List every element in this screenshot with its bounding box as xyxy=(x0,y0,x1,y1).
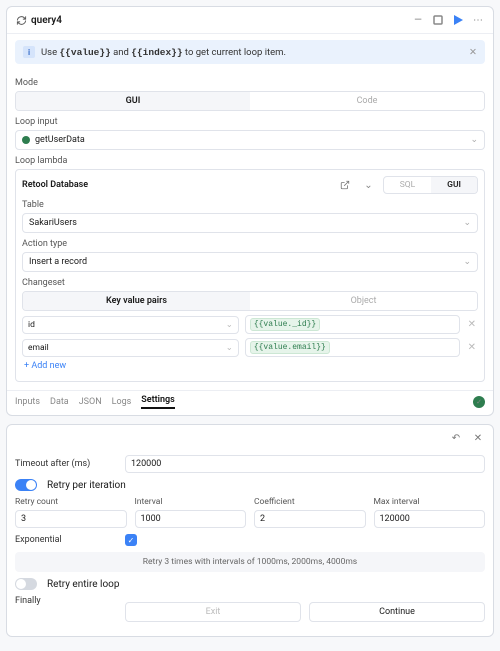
interval-input[interactable]: 1000 xyxy=(135,510,247,528)
more-icon[interactable]: ⋯ xyxy=(471,13,485,27)
coeff-label: Coefficient xyxy=(254,497,366,507)
mode-label: Mode xyxy=(15,78,485,88)
tab-gui[interactable]: GUI xyxy=(16,92,250,110)
remove-row-icon[interactable]: ✕ xyxy=(466,319,478,330)
max-interval-input[interactable]: 120000 xyxy=(374,510,486,528)
kv-key-field[interactable]: id⌄ xyxy=(22,316,239,334)
exit-button[interactable]: Exit xyxy=(125,602,301,622)
query-header: query4 — ⋯ xyxy=(7,7,493,34)
table-label: Table xyxy=(22,200,478,210)
run-icon[interactable] xyxy=(451,13,465,27)
retry-per-iteration-label: Retry per iteration xyxy=(47,480,126,491)
table-field[interactable]: SakariUsers ⌄ xyxy=(22,213,478,233)
changeset-tabs: Key value pairs Object xyxy=(22,291,478,311)
mode-tabs: GUI Code xyxy=(15,91,485,111)
exponential-checkbox[interactable]: ✓ xyxy=(125,534,137,546)
success-icon: ✓ xyxy=(473,396,485,408)
action-label: Action type xyxy=(22,239,478,249)
retry-summary: Retry 3 times with intervals of 1000ms, … xyxy=(15,552,485,572)
info-text: Use {{value}} and {{index}} to get curre… xyxy=(41,47,286,58)
info-icon: i xyxy=(23,46,35,58)
tab-json[interactable]: JSON xyxy=(79,397,102,407)
chevron-down-icon: ⌄ xyxy=(226,320,233,330)
sql-gui-tabs: SQL GUI xyxy=(383,176,478,194)
tab-object[interactable]: Object xyxy=(250,292,477,310)
retry-entire-loop-label: Retry entire loop xyxy=(47,579,120,590)
action-field[interactable]: Insert a record ⌄ xyxy=(22,252,478,272)
retry-count-input[interactable]: 3 xyxy=(15,510,127,528)
chevron-down-icon: ⌄ xyxy=(463,257,471,267)
timeout-input[interactable]: 120000 xyxy=(125,455,485,473)
coeff-input[interactable]: 2 xyxy=(254,510,366,528)
tab-sql[interactable]: SQL xyxy=(384,177,431,193)
retry-count-label: Retry count xyxy=(15,497,127,507)
exponential-label: Exponential xyxy=(15,535,115,545)
close-icon[interactable]: ✕ xyxy=(471,431,485,445)
table-value: SakariUsers xyxy=(29,218,77,228)
retry-entire-loop-toggle[interactable] xyxy=(15,578,37,590)
loop-input-field[interactable]: getUserData ⌄ xyxy=(15,130,485,150)
timeout-label: Timeout after (ms) xyxy=(15,459,115,469)
resource-chevron-icon[interactable]: ⌄ xyxy=(360,178,376,193)
kv-key-field[interactable]: email⌄ xyxy=(22,339,239,357)
tab-settings[interactable]: Settings xyxy=(141,395,175,409)
tab-inputs[interactable]: Inputs xyxy=(15,397,40,407)
interval-label: Interval xyxy=(135,497,247,507)
close-icon[interactable]: ✕ xyxy=(469,47,477,58)
query-panel: query4 — ⋯ i Use {{value}} and {{index}}… xyxy=(6,6,494,416)
tab-kv[interactable]: Key value pairs xyxy=(23,292,250,310)
stop-icon[interactable] xyxy=(431,13,445,27)
retry-per-iteration-toggle[interactable] xyxy=(15,479,37,491)
tab-logs[interactable]: Logs xyxy=(112,397,132,407)
minimize-icon[interactable]: — xyxy=(411,13,425,27)
loop-icon xyxy=(15,14,27,26)
loop-lambda-label: Loop lambda xyxy=(15,156,485,166)
query-title[interactable]: query4 xyxy=(31,15,407,26)
tab-data[interactable]: Data xyxy=(50,397,69,407)
kv-row: id⌄ {{value._id}} ✕ xyxy=(22,315,478,334)
db-dot-icon xyxy=(22,136,30,144)
max-interval-label: Max interval xyxy=(374,497,486,507)
tab-gui-inner[interactable]: GUI xyxy=(431,177,477,193)
settings-panel: ↶ ✕ Timeout after (ms) 120000 Retry per … xyxy=(6,424,494,637)
action-value: Insert a record xyxy=(29,257,87,267)
continue-button[interactable]: Continue xyxy=(309,602,485,622)
finally-label: Finally xyxy=(15,596,115,606)
tab-code[interactable]: Code xyxy=(250,92,484,110)
resource-name[interactable]: Retool Database xyxy=(22,180,330,190)
open-external-icon[interactable] xyxy=(336,178,354,192)
chevron-down-icon: ⌄ xyxy=(226,343,233,353)
loop-lambda-box: Retool Database ⌄ SQL GUI Table SakariUs… xyxy=(15,169,485,382)
undo-icon[interactable]: ↶ xyxy=(449,431,463,445)
kv-value-field[interactable]: {{value._id}} xyxy=(245,315,460,334)
bottom-tabs: Inputs Data JSON Logs Settings ✓ xyxy=(7,390,493,415)
chevron-down-icon: ⌄ xyxy=(463,218,471,228)
info-banner: i Use {{value}} and {{index}} to get cur… xyxy=(15,40,485,64)
chevron-down-icon: ⌄ xyxy=(470,135,478,145)
kv-row: email⌄ {{value.email}} ✕ xyxy=(22,338,478,357)
loop-input-value: getUserData xyxy=(35,135,85,145)
changeset-label: Changeset xyxy=(22,278,478,288)
remove-row-icon[interactable]: ✕ xyxy=(466,342,478,353)
loop-input-label: Loop input xyxy=(15,117,485,127)
add-new-button[interactable]: + Add new xyxy=(22,357,478,375)
kv-value-field[interactable]: {{value.email}} xyxy=(245,338,460,357)
